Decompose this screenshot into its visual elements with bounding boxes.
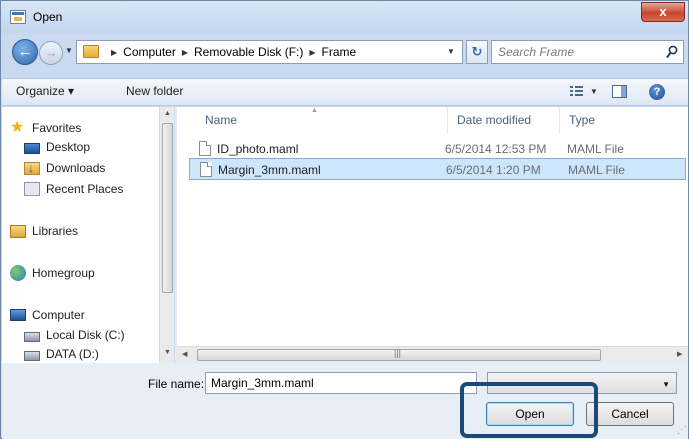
- address-bar[interactable]: ▶ Computer ▶ Removable Disk (F:) ▶ Frame…: [76, 40, 463, 64]
- chevron-right-icon[interactable]: ▶: [182, 48, 188, 57]
- column-divider[interactable]: [559, 107, 560, 134]
- window-title: Open: [33, 10, 63, 24]
- horizontal-scrollbar[interactable]: ◀ ||| ▶: [177, 346, 688, 363]
- chevron-down-icon[interactable]: ▼: [662, 380, 670, 389]
- sidebar-item-label: Downloads: [46, 161, 106, 175]
- new-folder-button[interactable]: New folder: [126, 84, 183, 98]
- scroll-right-icon[interactable]: ▶: [677, 350, 682, 358]
- scroll-down-icon[interactable]: ▼: [164, 349, 171, 356]
- view-dropdown-icon[interactable]: ▼: [590, 87, 598, 96]
- sidebar-scrollbar[interactable]: ▲ ▼: [159, 107, 174, 363]
- navigation-pane: ★ Favorites Desktop Downloads Recent Pla…: [2, 107, 174, 363]
- file-type: MAML File: [568, 163, 625, 177]
- close-button[interactable]: x: [641, 2, 685, 22]
- sidebar-item-label: Libraries: [32, 224, 79, 238]
- search-input[interactable]: [498, 44, 653, 60]
- recent-pages-dropdown-icon[interactable]: ▼: [65, 46, 73, 55]
- computer-icon: [10, 309, 26, 321]
- file-type-filter-select[interactable]: ▼: [487, 372, 677, 394]
- file-date-modified: 6/5/2014 1:20 PM: [446, 163, 541, 177]
- address-row: ← → ▼ ▶ Computer ▶ Removable Disk (F:) ▶…: [1, 33, 688, 73]
- chevron-right-icon[interactable]: ▶: [111, 48, 117, 57]
- table-row[interactable]: ID_photo.maml 6/5/2014 12:53 PM MAML Fil…: [189, 138, 686, 160]
- breadcrumb-removable-disk[interactable]: Removable Disk (F:): [194, 45, 303, 59]
- open-button[interactable]: Open: [486, 402, 574, 426]
- command-toolbar: Organize ▾ New folder ▼ ?: [2, 78, 688, 106]
- downloads-icon: [24, 161, 40, 175]
- sidebar-item-recent-places[interactable]: Recent Places: [24, 182, 123, 196]
- column-header-name[interactable]: Name: [205, 113, 237, 127]
- sidebar-item-label: Local Disk (C:): [46, 328, 125, 342]
- open-dialog-icon: [10, 10, 26, 24]
- search-box: [491, 40, 684, 64]
- preview-pane-icon[interactable]: [612, 85, 627, 98]
- file-icon: [199, 141, 211, 156]
- disk-icon: [24, 332, 40, 342]
- chevron-right-icon[interactable]: ▶: [309, 48, 315, 57]
- file-name: ID_photo.maml: [217, 142, 299, 156]
- libraries-icon: [10, 224, 26, 238]
- sidebar-item-desktop[interactable]: Desktop: [24, 140, 90, 154]
- breadcrumb: ▶ Computer ▶ Removable Disk (F:) ▶ Frame: [105, 45, 356, 59]
- sidebar-item-libraries[interactable]: Libraries: [10, 224, 78, 238]
- file-type: MAML File: [567, 142, 624, 156]
- scrollbar-grip-icon: |||: [394, 348, 402, 358]
- scroll-up-icon[interactable]: ▲: [164, 110, 171, 117]
- sidebar-item-label: Computer: [32, 308, 85, 322]
- help-icon[interactable]: ?: [649, 84, 665, 100]
- sidebar-item-homegroup[interactable]: Homegroup: [10, 265, 95, 281]
- forward-arrow-icon[interactable]: →: [39, 41, 63, 65]
- dialog-footer: File name: ▼ Open Cancel: [2, 363, 688, 439]
- view-options-icon[interactable]: [570, 86, 583, 97]
- sidebar-item-computer[interactable]: Computer: [10, 308, 85, 322]
- back-arrow-icon[interactable]: ←: [12, 39, 38, 65]
- sidebar-item-downloads[interactable]: Downloads: [24, 161, 105, 175]
- sidebar-item-label: Desktop: [46, 140, 91, 154]
- column-header-date-modified[interactable]: Date modified: [457, 113, 531, 127]
- breadcrumb-frame[interactable]: Frame: [322, 45, 357, 59]
- refresh-icon[interactable]: ↻: [466, 40, 488, 64]
- organize-button[interactable]: Organize ▾: [16, 84, 74, 98]
- sidebar-item-favorites[interactable]: ★ Favorites: [10, 120, 81, 136]
- homegroup-icon: [10, 265, 26, 281]
- cancel-button[interactable]: Cancel: [586, 402, 674, 426]
- scrollbar-thumb[interactable]: [162, 123, 173, 293]
- open-dialog: Open x ← → ▼ ▶ Computer ▶ Removable Disk…: [0, 0, 689, 439]
- file-date-modified: 6/5/2014 12:53 PM: [445, 142, 547, 156]
- sidebar-item-local-disk-c[interactable]: Local Disk (C:): [24, 328, 125, 342]
- address-dropdown-icon[interactable]: ▼: [447, 47, 455, 56]
- desktop-icon: [24, 142, 40, 154]
- file-name-label: File name:: [148, 377, 205, 391]
- sort-ascending-icon: ▲: [311, 107, 318, 114]
- column-header-type[interactable]: Type: [569, 113, 595, 127]
- disk-icon: [24, 351, 40, 361]
- title-bar: Open x: [1, 1, 688, 33]
- recent-places-icon: [24, 182, 40, 196]
- file-icon: [200, 162, 212, 177]
- resize-grip-icon[interactable]: ⋰: [677, 425, 687, 436]
- scroll-left-icon[interactable]: ◀: [182, 350, 187, 358]
- sidebar-item-label: DATA (D:): [46, 347, 99, 361]
- sidebar-item-data-d[interactable]: DATA (D:): [24, 347, 99, 361]
- column-divider[interactable]: [447, 107, 448, 134]
- sidebar-item-label: Homegroup: [32, 266, 95, 280]
- folder-icon: [83, 45, 99, 58]
- file-list: ▲ Name Date modified Type ID_photo.maml …: [177, 107, 688, 363]
- sidebar-item-label: Favorites: [32, 121, 82, 135]
- scrollbar-thumb[interactable]: |||: [197, 348, 601, 361]
- sidebar-item-label: Recent Places: [46, 182, 124, 196]
- file-name: Margin_3mm.maml: [218, 163, 321, 177]
- star-icon: ★: [10, 119, 25, 136]
- table-row[interactable]: Margin_3mm.maml 6/5/2014 1:20 PM MAML Fi…: [189, 158, 686, 180]
- search-icon[interactable]: [666, 45, 678, 59]
- file-name-input[interactable]: [205, 372, 477, 394]
- breadcrumb-computer[interactable]: Computer: [123, 45, 176, 59]
